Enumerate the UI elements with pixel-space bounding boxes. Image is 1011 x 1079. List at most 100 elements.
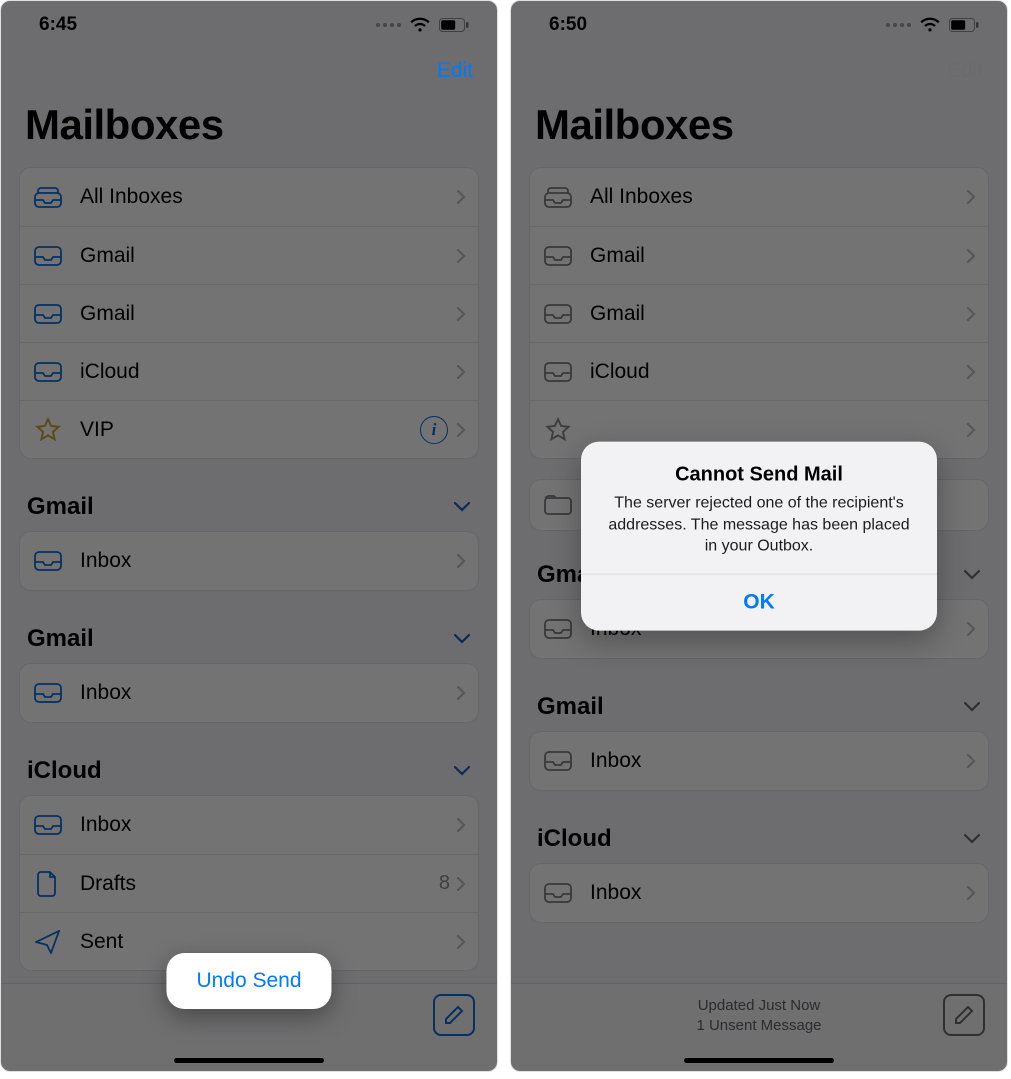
folder-label: Inbox bbox=[80, 549, 456, 573]
info-icon[interactable]: i bbox=[420, 416, 448, 444]
alert-cannot-send-mail: Cannot Send Mail The server rejected one… bbox=[581, 442, 937, 631]
tray-full-icon bbox=[34, 185, 62, 209]
mailbox-label: Gmail bbox=[80, 302, 456, 326]
folder-label: Inbox bbox=[80, 681, 456, 705]
folder-label: Inbox bbox=[590, 881, 966, 905]
mailbox-label: All Inboxes bbox=[80, 185, 456, 209]
section-group-gmail-2: Inbox bbox=[529, 731, 989, 791]
mailboxes-group: All Inboxes Gmail Gmail iCloud VIP i bbox=[529, 167, 989, 459]
mailbox-label: All Inboxes bbox=[590, 185, 966, 209]
section-title: Gmail bbox=[27, 625, 94, 653]
chevron-down-icon bbox=[963, 833, 981, 845]
battery-icon bbox=[439, 18, 469, 32]
mailbox-all-inboxes[interactable]: All Inboxes bbox=[20, 168, 478, 226]
chevron-down-icon bbox=[453, 765, 471, 777]
section-header-gmail-2[interactable]: Gmail bbox=[511, 679, 1007, 731]
tray-icon bbox=[34, 549, 62, 573]
star-icon bbox=[544, 418, 572, 442]
edit-button[interactable]: Edit bbox=[947, 59, 983, 83]
chevron-down-icon bbox=[453, 633, 471, 645]
alert-title: Cannot Send Mail bbox=[601, 464, 917, 487]
chevron-right-icon bbox=[456, 876, 466, 892]
chevron-right-icon bbox=[456, 817, 466, 833]
folder-inbox[interactable]: Inbox bbox=[20, 532, 478, 590]
bottom-status: Updated Just Now 1 Unsent Message bbox=[696, 984, 821, 1035]
chevron-right-icon bbox=[456, 685, 466, 701]
chevron-right-icon bbox=[456, 422, 466, 438]
chevron-right-icon bbox=[966, 189, 976, 205]
chevron-right-icon bbox=[966, 621, 976, 637]
page-title: Mailboxes bbox=[1, 83, 497, 167]
mailbox-label: Gmail bbox=[80, 244, 456, 268]
tray-icon bbox=[34, 302, 62, 326]
chevron-down-icon bbox=[453, 501, 471, 513]
mailbox-label: iCloud bbox=[80, 360, 456, 384]
chevron-right-icon bbox=[456, 248, 466, 264]
mailbox-label: Gmail bbox=[590, 302, 966, 326]
mailbox-gmail-1[interactable]: Gmail bbox=[20, 226, 478, 284]
section-header-gmail-1[interactable]: Gmail bbox=[1, 479, 497, 531]
status-dots-icon bbox=[376, 23, 401, 27]
tray-icon bbox=[34, 813, 62, 837]
folder-label: Inbox bbox=[590, 749, 966, 773]
section-header-icloud[interactable]: iCloud bbox=[1, 743, 497, 795]
chevron-right-icon bbox=[456, 189, 466, 205]
status-bar: 6:50 bbox=[511, 1, 1007, 49]
mailbox-vip[interactable]: VIP i bbox=[20, 400, 478, 458]
home-indicator[interactable] bbox=[684, 1058, 834, 1063]
tray-icon bbox=[544, 881, 572, 905]
chevron-right-icon bbox=[966, 364, 976, 380]
chevron-down-icon bbox=[963, 701, 981, 713]
status-line-2: 1 Unsent Message bbox=[696, 1016, 821, 1036]
section-group-icloud: Inbox bbox=[529, 863, 989, 923]
mailbox-gmail-2[interactable]: Gmail bbox=[20, 284, 478, 342]
compose-button[interactable] bbox=[433, 994, 475, 1036]
page-title: Mailboxes bbox=[511, 83, 1007, 167]
alert-message: The server rejected one of the recipient… bbox=[601, 493, 917, 558]
mailbox-icloud[interactable]: iCloud bbox=[20, 342, 478, 400]
battery-icon bbox=[949, 18, 979, 32]
edit-button[interactable]: Edit bbox=[437, 59, 473, 83]
mailbox-gmail-2[interactable]: Gmail bbox=[530, 284, 988, 342]
compose-button[interactable] bbox=[943, 994, 985, 1036]
status-time: 6:45 bbox=[39, 14, 77, 36]
undo-send-button[interactable]: Undo Send bbox=[166, 953, 331, 1009]
section-title: Gmail bbox=[537, 693, 604, 721]
mailbox-icloud[interactable]: iCloud bbox=[530, 342, 988, 400]
section-header-icloud[interactable]: iCloud bbox=[511, 811, 1007, 863]
mailbox-all-inboxes[interactable]: All Inboxes bbox=[530, 168, 988, 226]
mailbox-gmail-1[interactable]: Gmail bbox=[530, 226, 988, 284]
tray-icon bbox=[34, 681, 62, 705]
tray-icon bbox=[34, 244, 62, 268]
tray-icon bbox=[544, 360, 572, 384]
folder-inbox[interactable]: Inbox bbox=[20, 796, 478, 854]
star-icon bbox=[34, 418, 62, 442]
status-dots-icon bbox=[886, 23, 911, 27]
home-indicator[interactable] bbox=[174, 1058, 324, 1063]
tray-full-icon bbox=[544, 185, 572, 209]
phone-right: 6:50 Edit Mailboxes All Inboxes Gmail bbox=[510, 0, 1008, 1072]
chevron-right-icon bbox=[966, 422, 976, 438]
section-header-gmail-2[interactable]: Gmail bbox=[1, 611, 497, 663]
section-group-gmail-2: Inbox bbox=[19, 663, 479, 723]
chevron-down-icon bbox=[963, 569, 981, 581]
chevron-right-icon bbox=[456, 934, 466, 950]
folder-icon bbox=[544, 493, 572, 517]
tray-icon bbox=[544, 617, 572, 641]
folder-count: 8 bbox=[439, 872, 450, 895]
section-group-icloud: Inbox Drafts 8 Sent bbox=[19, 795, 479, 971]
folder-drafts[interactable]: Drafts 8 bbox=[20, 854, 478, 912]
tray-icon bbox=[34, 360, 62, 384]
folder-inbox[interactable]: Inbox bbox=[530, 732, 988, 790]
folder-inbox[interactable]: Inbox bbox=[20, 664, 478, 722]
phone-left: 6:45 Edit Mailboxes All Inboxes Gmai bbox=[0, 0, 498, 1072]
alert-ok-button[interactable]: OK bbox=[581, 573, 937, 630]
folder-inbox[interactable]: Inbox bbox=[530, 864, 988, 922]
chevron-right-icon bbox=[966, 885, 976, 901]
undo-send-label: Undo Send bbox=[196, 969, 301, 992]
chevron-right-icon bbox=[456, 306, 466, 322]
nav-row: Edit bbox=[1, 49, 497, 83]
chevron-right-icon bbox=[966, 248, 976, 264]
wifi-icon bbox=[409, 17, 431, 33]
folder-label: Inbox bbox=[80, 813, 456, 837]
